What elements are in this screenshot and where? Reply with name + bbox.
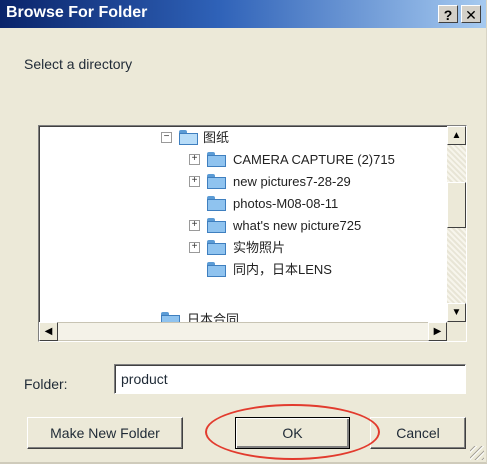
expand-icon[interactable]: + <box>189 242 200 253</box>
title-bar[interactable]: Browse For Folder ? ✕ <box>0 0 486 28</box>
scroll-left-icon[interactable]: ◀ <box>39 322 58 341</box>
folder-label: Folder: <box>24 376 68 392</box>
tree-item-label: what's new picture725 <box>233 218 362 233</box>
ok-button[interactable]: OK <box>235 417 350 449</box>
close-button[interactable]: ✕ <box>461 5 481 23</box>
tree-item[interactable]: photos-M08-08-11 <box>189 193 447 215</box>
folder-icon <box>207 262 226 277</box>
folder-input[interactable] <box>114 364 466 394</box>
tree-item[interactable]: + what's new picture725 <box>189 215 447 237</box>
folder-icon <box>207 240 226 255</box>
tree-item[interactable]: + CAMERA CAPTURE (2)715 <box>189 149 449 171</box>
make-new-folder-button[interactable]: Make New Folder <box>27 417 183 449</box>
scroll-right-icon[interactable]: ▶ <box>428 322 447 341</box>
folder-icon <box>207 152 226 167</box>
tree-item[interactable]: + 实物照片 <box>189 237 447 259</box>
resize-grip-icon[interactable] <box>470 446 484 460</box>
vertical-scrollbar[interactable]: ▲ ▼ <box>447 126 466 322</box>
help-button[interactable]: ? <box>438 5 458 23</box>
folder-open-icon <box>179 130 198 145</box>
tree-item-label: new pictures7-28-29 <box>233 174 351 189</box>
tree-item-label: 同内，日本LENS <box>233 262 332 277</box>
window-title: Browse For Folder <box>6 4 148 21</box>
folder-icon <box>207 218 226 233</box>
prompt-text: Select a directory <box>24 56 133 72</box>
expand-icon[interactable]: + <box>189 154 200 165</box>
tree-item[interactable]: + new pictures7-28-29 <box>189 171 447 193</box>
browse-for-folder-dialog: Browse For Folder ? ✕ Select a directory… <box>0 0 487 464</box>
folder-icon <box>207 174 226 189</box>
tree-item[interactable]: − 图纸 <box>161 127 441 149</box>
tree-item[interactable]: 同内，日本LENS <box>189 259 447 281</box>
tree-item-label: 图纸 <box>203 130 230 145</box>
folder-icon <box>207 196 226 211</box>
tree-item-label: 实物照片 <box>233 240 286 255</box>
scroll-down-icon[interactable]: ▼ <box>447 303 466 322</box>
scrollbar-corner <box>447 322 466 341</box>
horizontal-scrollbar[interactable]: ◀ ▶ <box>39 322 447 341</box>
cancel-button[interactable]: Cancel <box>370 417 466 449</box>
vertical-scroll-thumb[interactable] <box>447 182 466 228</box>
collapse-icon[interactable]: − <box>161 132 172 143</box>
expand-icon[interactable]: + <box>189 220 200 231</box>
expand-icon[interactable]: + <box>189 176 200 187</box>
horizontal-scroll-track[interactable] <box>58 322 428 341</box>
tree-item-label: photos-M08-08-11 <box>233 196 339 211</box>
scroll-up-icon[interactable]: ▲ <box>447 126 466 145</box>
folder-tree[interactable]: − 图纸 + CAMERA CAPTURE (2)715 + new pictu… <box>38 125 467 342</box>
tree-item-label: CAMERA CAPTURE (2)715 <box>233 152 395 167</box>
